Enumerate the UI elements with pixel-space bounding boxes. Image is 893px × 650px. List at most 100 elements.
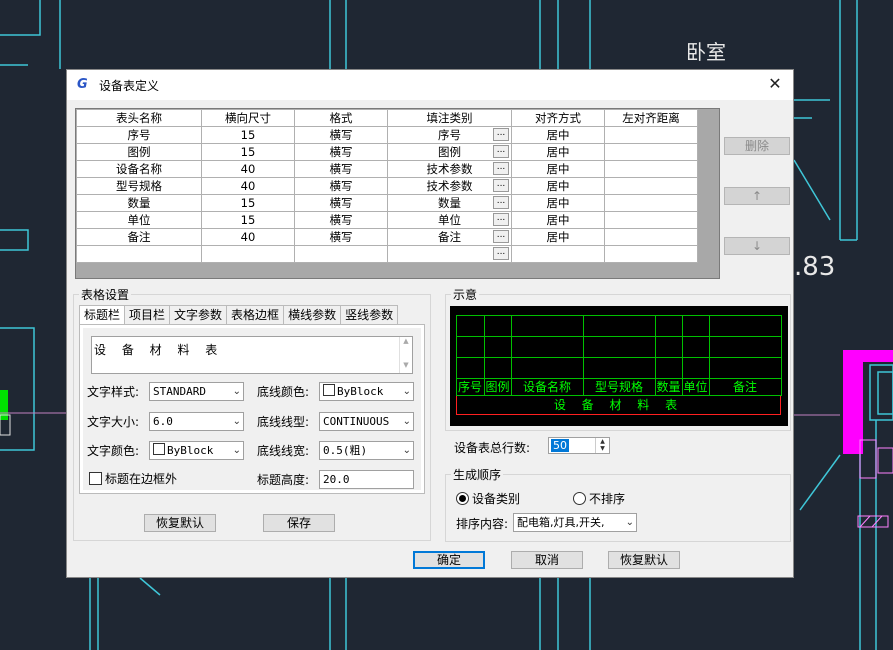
table-cell[interactable]: 序号...: [387, 126, 512, 144]
table-cell[interactable]: [76, 245, 202, 263]
browse-button[interactable]: ...: [493, 179, 509, 192]
browse-button[interactable]: ...: [493, 145, 509, 158]
browse-button[interactable]: ...: [493, 213, 509, 226]
spin-down-icon[interactable]: ▼: [596, 445, 609, 452]
table-cell[interactable]: 单位: [76, 211, 202, 229]
tab-text-params[interactable]: 文字参数: [169, 305, 228, 324]
table-cell[interactable]: 居中: [511, 211, 605, 229]
column-header[interactable]: 表头名称: [76, 109, 202, 127]
dialog-titlebar[interactable]: G 设备表定义 ✕: [67, 70, 793, 100]
move-down-button[interactable]: ↓: [724, 237, 790, 255]
table-row[interactable]: 备注 40 横写 备注... 居中: [76, 228, 698, 246]
table-cell[interactable]: 序号: [76, 126, 202, 144]
table-cell[interactable]: 数量...: [387, 194, 512, 212]
table-cell[interactable]: [604, 228, 698, 246]
table-cell[interactable]: [604, 126, 698, 144]
restore-default-button[interactable]: 恢复默认: [608, 551, 680, 569]
table-cell[interactable]: 横写: [294, 211, 388, 229]
table-cell[interactable]: 40: [201, 160, 295, 178]
table-cell[interactable]: 单位...: [387, 211, 512, 229]
table-cell[interactable]: [604, 245, 698, 263]
sort-content-select[interactable]: 配电箱,灯具,开关, ⌄: [513, 513, 637, 532]
tab-horizontal-line-params[interactable]: 横线参数: [283, 305, 342, 324]
table-row[interactable]: 单位 15 横写 单位... 居中: [76, 211, 698, 229]
bottom-color-select[interactable]: ByBlock ⌄: [319, 382, 414, 401]
table-row[interactable]: 数量 15 横写 数量... 居中: [76, 194, 698, 212]
radio-icon[interactable]: [573, 492, 586, 505]
tab-table-border[interactable]: 表格边框: [226, 305, 285, 324]
radio-no-sort[interactable]: 不排序: [573, 490, 625, 507]
title-outside-checkbox[interactable]: 标题在边框外: [89, 470, 177, 487]
text-color-select[interactable]: ByBlock ⌄: [149, 441, 244, 460]
table-cell[interactable]: [604, 177, 698, 195]
restore-default-settings-button[interactable]: 恢复默认: [144, 514, 216, 532]
ok-button[interactable]: 确定: [413, 551, 485, 569]
table-cell[interactable]: 横写: [294, 228, 388, 246]
tab-item-bar[interactable]: 项目栏: [124, 305, 171, 324]
table-cell[interactable]: [604, 211, 698, 229]
table-cell[interactable]: 居中: [511, 177, 605, 195]
browse-button[interactable]: ...: [493, 247, 509, 260]
save-button[interactable]: 保存: [263, 514, 335, 532]
table-row[interactable]: 图例 15 横写 图例... 居中: [76, 143, 698, 161]
close-icon[interactable]: ✕: [765, 74, 785, 94]
title-text-area[interactable]: 设 备 材 料 表 ▲ ▼: [91, 336, 413, 374]
column-header[interactable]: 填注类别: [387, 109, 512, 127]
browse-button[interactable]: ...: [493, 230, 509, 243]
table-cell[interactable]: 15: [201, 194, 295, 212]
table-cell[interactable]: [294, 245, 388, 263]
table-cell[interactable]: 40: [201, 177, 295, 195]
tab-title-bar[interactable]: 标题栏: [79, 305, 126, 325]
tab-vertical-line-params[interactable]: 竖线参数: [340, 305, 399, 324]
title-height-input[interactable]: 20.0: [319, 470, 414, 489]
table-row[interactable]: 序号 15 横写 序号... 居中: [76, 126, 698, 144]
spin-up-icon[interactable]: ▲: [596, 438, 609, 445]
table-cell[interactable]: 设备名称: [76, 160, 202, 178]
column-header[interactable]: 左对齐距离: [604, 109, 698, 127]
cancel-button[interactable]: 取消: [511, 551, 583, 569]
text-size-select[interactable]: 6.0 ⌄: [149, 412, 244, 431]
radio-selected-icon[interactable]: [456, 492, 469, 505]
table-cell[interactable]: 居中: [511, 143, 605, 161]
checkbox-box[interactable]: [89, 472, 102, 485]
delete-button[interactable]: 删除: [724, 137, 790, 155]
table-cell[interactable]: 技术参数...: [387, 177, 512, 195]
table-cell[interactable]: 居中: [511, 194, 605, 212]
table-cell[interactable]: [604, 143, 698, 161]
table-cell[interactable]: 技术参数...: [387, 160, 512, 178]
table-cell[interactable]: [604, 194, 698, 212]
table-cell[interactable]: 横写: [294, 194, 388, 212]
table-cell[interactable]: 型号规格: [76, 177, 202, 195]
column-header[interactable]: 格式: [294, 109, 388, 127]
table-cell[interactable]: 横写: [294, 177, 388, 195]
text-style-select[interactable]: STANDARD ⌄: [149, 382, 244, 401]
table-cell[interactable]: 横写: [294, 160, 388, 178]
column-header[interactable]: 横向尺寸: [201, 109, 295, 127]
table-cell[interactable]: 15: [201, 126, 295, 144]
browse-button[interactable]: ...: [493, 128, 509, 141]
table-cell[interactable]: 图例...: [387, 143, 512, 161]
browse-button[interactable]: ...: [493, 196, 509, 209]
table-cell[interactable]: 居中: [511, 126, 605, 144]
bottom-linewidth-select[interactable]: 0.5(粗) ⌄: [319, 441, 414, 460]
browse-button[interactable]: ...: [493, 162, 509, 175]
column-header[interactable]: 对齐方式: [511, 109, 605, 127]
table-cell[interactable]: 备注...: [387, 228, 512, 246]
table-cell[interactable]: [511, 245, 605, 263]
spinner-arrows[interactable]: ▲ ▼: [595, 438, 609, 453]
table-cell[interactable]: 数量: [76, 194, 202, 212]
table-cell[interactable]: 横写: [294, 126, 388, 144]
table-cell[interactable]: 15: [201, 211, 295, 229]
total-rows-spinner[interactable]: 50 ▲ ▼: [548, 437, 610, 454]
table-cell[interactable]: ...: [387, 245, 512, 263]
table-cell[interactable]: [604, 160, 698, 178]
table-cell[interactable]: 图例: [76, 143, 202, 161]
move-up-button[interactable]: ↑: [724, 187, 790, 205]
table-row[interactable]: 型号规格 40 横写 技术参数... 居中: [76, 177, 698, 195]
textarea-scrollbar[interactable]: ▲ ▼: [399, 337, 412, 373]
table-cell[interactable]: 居中: [511, 160, 605, 178]
radio-by-category[interactable]: 设备类别: [456, 490, 520, 507]
table-row[interactable]: ...: [76, 245, 698, 263]
table-cell[interactable]: 15: [201, 143, 295, 161]
table-cell[interactable]: 居中: [511, 228, 605, 246]
